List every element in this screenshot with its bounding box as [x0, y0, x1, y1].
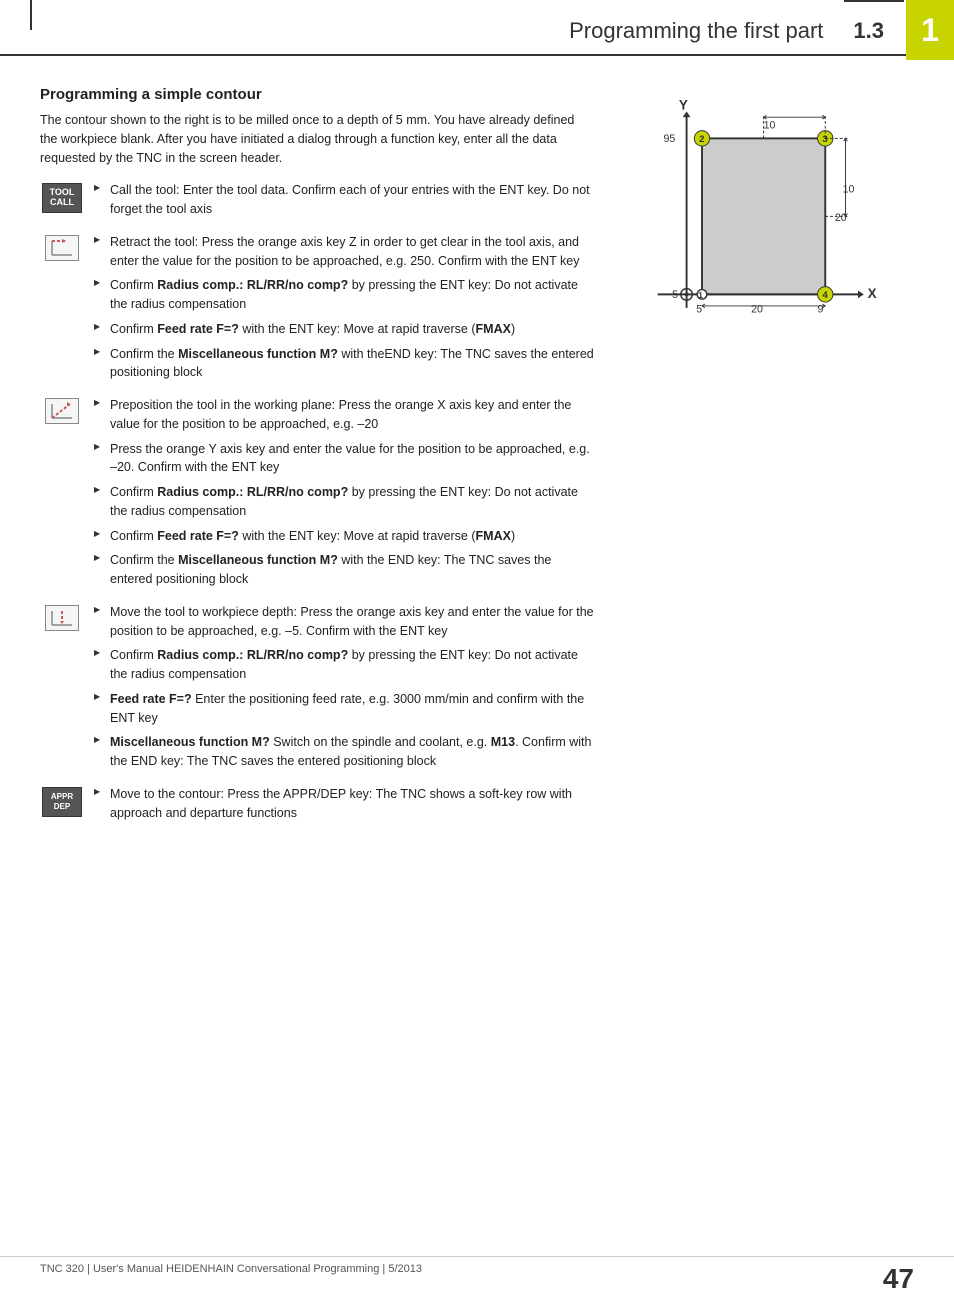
step-2-content: Retract the tool: Press the orange axis … — [94, 233, 594, 388]
bullet-2-4: Confirm the Miscellaneous function M? wi… — [94, 345, 594, 383]
appr-line1: APPR — [51, 792, 73, 802]
step-row-2: Retract the tool: Press the orange axis … — [40, 233, 594, 388]
step-row-3: Preposition the tool in the working plan… — [40, 396, 594, 595]
intro-text: The contour shown to the right is to be … — [40, 111, 594, 167]
retract-svg-3 — [48, 607, 76, 629]
step-3-content: Preposition the tool in the working plan… — [94, 396, 594, 595]
contour-diagram: X Y 1 2 3 4 95 5 — [614, 96, 894, 356]
tool-call-line2: CALL — [50, 198, 74, 208]
diagram-column: X Y 1 2 3 4 95 5 — [614, 76, 914, 836]
retract-icon-container-1 — [40, 233, 84, 261]
bullet-5-1: Move to the contour: Press the APPR/DEP … — [94, 785, 594, 823]
x-axis-arrow — [858, 291, 864, 299]
appr-dep-icon-container: APPR DEP — [40, 785, 84, 817]
bullet-2-2: Confirm Radius comp.: RL/RR/no comp? by … — [94, 276, 594, 314]
step-row-1: TOOL CALL Call the tool: Enter the tool … — [40, 181, 594, 225]
bullet-3-3: Confirm Radius comp.: RL/RR/no comp? by … — [94, 483, 594, 521]
step-5-content: Move to the contour: Press the APPR/DEP … — [94, 785, 594, 829]
dim-y5: 5 — [672, 289, 678, 301]
dim-top10: 10 — [764, 120, 776, 132]
contour-fill — [702, 138, 825, 294]
header-section: 1.3 — [853, 18, 884, 44]
header-title: Programming the first part — [569, 18, 823, 44]
step-1-content: Call the tool: Enter the tool data. Conf… — [94, 181, 594, 225]
bullet-2-3: Confirm Feed rate F=? with the ENT key: … — [94, 320, 594, 339]
dim-v20: 20 — [835, 212, 847, 224]
step-5-bullets: Move to the contour: Press the APPR/DEP … — [94, 785, 594, 823]
y-axis-label: Y — [679, 97, 688, 112]
page-number: 47 — [883, 1263, 914, 1295]
bullet-3-1: Preposition the tool in the working plan… — [94, 396, 594, 434]
step-row-4: Move the tool to workpiece depth: Press … — [40, 603, 594, 777]
bullet-2-1: Retract the tool: Press the orange axis … — [94, 233, 594, 271]
origin-dot — [685, 292, 689, 296]
step-row-5: APPR DEP Move to the contour: Press the … — [40, 785, 594, 829]
bullet-3-2: Press the orange Y axis key and enter th… — [94, 440, 594, 478]
point-2-label: 2 — [699, 134, 704, 145]
step-1-bullets: Call the tool: Enter the tool data. Conf… — [94, 181, 594, 219]
chapter-tab: 1 — [906, 0, 954, 60]
bullet-3-4: Confirm Feed rate F=? with the ENT key: … — [94, 527, 594, 546]
top-border-left — [30, 0, 32, 30]
section-heading: Programming a simple contour — [40, 86, 594, 103]
retract-icon-1 — [45, 235, 79, 261]
retract-svg-2 — [48, 400, 76, 422]
text-column: Programming a simple contour The contour… — [40, 76, 594, 836]
tool-call-icon-container: TOOL CALL — [40, 181, 84, 213]
retract-icon-container-3 — [40, 603, 84, 631]
bullet-4-4: Miscellaneous function M? Switch on the … — [94, 733, 594, 771]
point-1-label: 1 — [698, 290, 703, 300]
appr-dep-icon: APPR DEP — [42, 787, 82, 817]
top-border-right — [844, 0, 904, 2]
page-header: Programming the first part 1.3 — [0, 0, 954, 56]
step-4-content: Move the tool to workpiece depth: Press … — [94, 603, 594, 777]
main-content: Programming a simple contour The contour… — [0, 66, 954, 866]
page-footer: TNC 320 | User's Manual HEIDENHAIN Conve… — [0, 1256, 954, 1295]
retract-icon-2 — [45, 398, 79, 424]
footer-text: TNC 320 | User's Manual HEIDENHAIN Conve… — [40, 1263, 422, 1295]
bullet-4-3: Feed rate F=? Enter the positioning feed… — [94, 690, 594, 728]
step-4-bullets: Move the tool to workpiece depth: Press … — [94, 603, 594, 771]
retract-icon-3 — [45, 605, 79, 631]
bullet-4-2: Confirm Radius comp.: RL/RR/no comp? by … — [94, 646, 594, 684]
retract-svg-1 — [48, 237, 76, 259]
step-2-bullets: Retract the tool: Press the orange axis … — [94, 233, 594, 382]
bullet-4-1: Move the tool to workpiece depth: Press … — [94, 603, 594, 641]
tool-call-icon: TOOL CALL — [42, 183, 82, 213]
dim-right10: 10 — [843, 183, 855, 195]
dim-y95: 95 — [663, 133, 675, 145]
step-3-bullets: Preposition the tool in the working plan… — [94, 396, 594, 589]
appr-line2: DEP — [54, 802, 70, 812]
retract-icon-container-2 — [40, 396, 84, 424]
bullet-3-5: Confirm the Miscellaneous function M? wi… — [94, 551, 594, 589]
bullet-1-1: Call the tool: Enter the tool data. Conf… — [94, 181, 594, 219]
x-axis-label: X — [868, 286, 877, 301]
point-4-label: 4 — [822, 290, 828, 301]
dim-x5: 5 — [696, 304, 702, 316]
chapter-number: 1 — [921, 12, 939, 49]
